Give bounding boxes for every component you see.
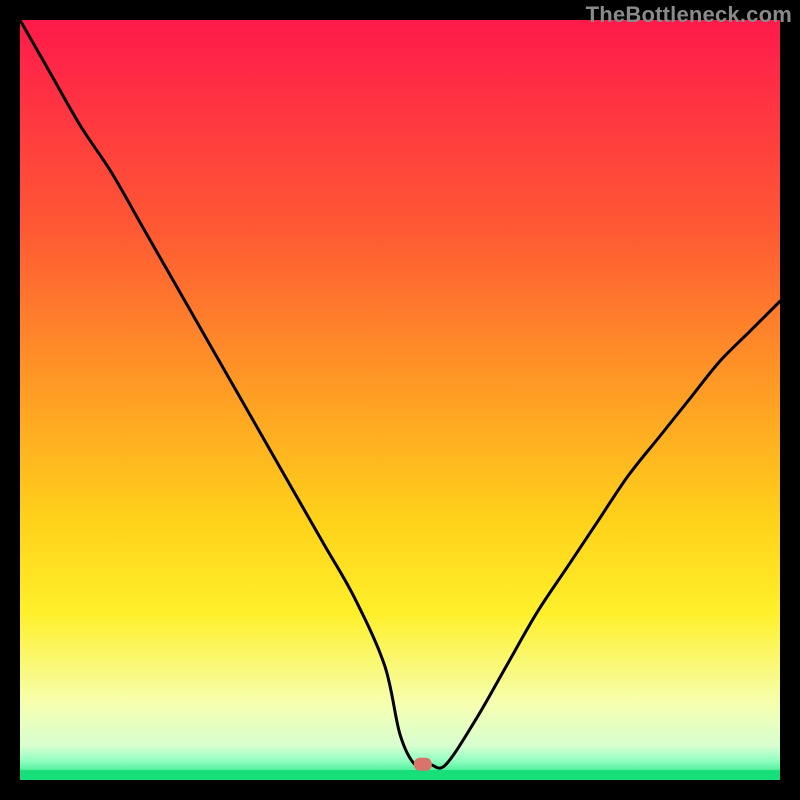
chart-svg — [20, 20, 780, 780]
plot-area — [20, 20, 780, 780]
watermark-text: TheBottleneck.com — [586, 2, 792, 28]
optimal-point-marker — [414, 758, 432, 771]
baseline-band — [20, 770, 780, 780]
gradient-background — [20, 20, 780, 780]
chart-frame: TheBottleneck.com — [0, 0, 800, 800]
